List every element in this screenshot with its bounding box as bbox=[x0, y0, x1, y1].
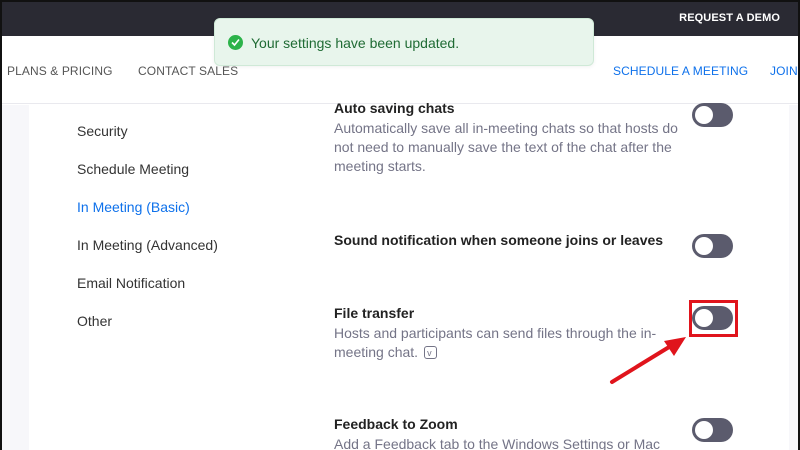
sidebar-item-schedule-meeting[interactable]: Schedule Meeting bbox=[77, 161, 189, 177]
nav-join-meeting[interactable]: JOIN bbox=[770, 64, 798, 78]
setting-description: Add a Feedback tab to the Windows Settin… bbox=[334, 436, 661, 450]
version-info-icon[interactable] bbox=[424, 344, 438, 363]
nav-schedule-meeting[interactable]: SCHEDULE A MEETING bbox=[613, 64, 748, 78]
setting-description: Automatically save all in-meeting chats … bbox=[334, 120, 678, 174]
nav-plans-pricing[interactable]: PLANS & PRICING bbox=[7, 64, 113, 78]
sidebar-item-other[interactable]: Other bbox=[77, 313, 112, 329]
setting-auto-saving-chats: Auto saving chats Automatically save all… bbox=[334, 99, 679, 176]
sidebar-item-email-notification[interactable]: Email Notification bbox=[77, 275, 185, 291]
sidebar-item-in-meeting-basic[interactable]: In Meeting (Basic) bbox=[77, 199, 190, 215]
sidebar-item-security[interactable]: Security bbox=[77, 123, 128, 139]
toggle-knob bbox=[695, 237, 713, 255]
setting-title: File transfer bbox=[334, 305, 415, 321]
request-demo-link[interactable]: REQUEST A DEMO bbox=[679, 12, 780, 24]
toggle-knob bbox=[695, 421, 713, 439]
setting-title: Sound notification when someone joins or… bbox=[334, 232, 664, 248]
red-arrow-icon bbox=[610, 337, 686, 384]
feedback-to-zoom-toggle[interactable] bbox=[692, 418, 733, 442]
setting-feedback-to-zoom: Feedback to Zoom Add a Feedback tab to t… bbox=[334, 415, 679, 450]
sidebar-item-in-meeting-advanced[interactable]: In Meeting (Advanced) bbox=[77, 237, 218, 253]
setting-title: Feedback to Zoom bbox=[334, 416, 458, 432]
sound-notification-toggle[interactable] bbox=[692, 234, 733, 258]
setting-sound-notification: Sound notification when someone joins or… bbox=[334, 231, 679, 249]
setting-title: Auto saving chats bbox=[334, 100, 455, 116]
toggle-knob bbox=[695, 106, 713, 124]
auto-saving-chats-toggle[interactable] bbox=[692, 103, 733, 127]
nav-contact-sales[interactable]: CONTACT SALES bbox=[138, 64, 238, 78]
check-circle-icon bbox=[228, 35, 243, 50]
toast-message: Your settings have been updated. bbox=[251, 35, 460, 51]
success-toast: Your settings have been updated. bbox=[214, 18, 594, 66]
highlight-box bbox=[689, 300, 738, 337]
